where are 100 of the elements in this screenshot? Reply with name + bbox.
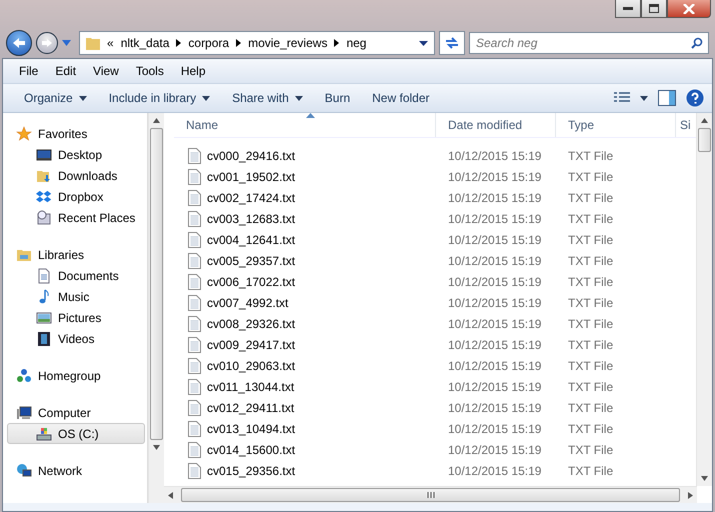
- desktop-icon: [36, 146, 52, 162]
- file-name[interactable]: cv009_29417.txt: [174, 336, 436, 352]
- separator-arrow-icon[interactable]: [236, 39, 242, 47]
- help-icon[interactable]: [686, 89, 704, 107]
- preview-pane-icon[interactable]: [658, 90, 676, 106]
- scroll-up-icon[interactable]: [701, 118, 708, 123]
- menu-item[interactable]: File: [11, 62, 48, 80]
- toolbar-button[interactable]: Share with: [221, 88, 314, 108]
- nav-item[interactable]: Documents: [7, 265, 145, 286]
- file-name[interactable]: cv006_17022.txt: [174, 274, 436, 290]
- nav-item[interactable]: Desktop: [7, 144, 145, 165]
- breadcrumb[interactable]: nltk_data: [120, 36, 170, 50]
- file-name[interactable]: cv002_17424.txt: [174, 190, 436, 206]
- view-options-icon[interactable]: [614, 92, 630, 104]
- nav-item[interactable]: OS (C:): [7, 423, 145, 444]
- nav-item[interactable]: Downloads: [7, 165, 145, 186]
- nav-item[interactable]: Favorites: [7, 123, 145, 144]
- file-name[interactable]: cv004_12641.txt: [174, 232, 436, 248]
- menu-item[interactable]: View: [85, 62, 128, 80]
- date-modified: 10/12/2015 15:19: [447, 254, 542, 268]
- recent-pages-caret-icon[interactable]: [62, 40, 71, 46]
- file-type: TXT File: [567, 338, 614, 352]
- forward-button[interactable]: [36, 32, 58, 54]
- caret-icon[interactable]: [419, 40, 428, 46]
- file-name[interactable]: cv000_29416.txt: [174, 148, 436, 164]
- maximize-button[interactable]: [641, 0, 667, 18]
- nav-item[interactable]: Music: [7, 286, 145, 307]
- nav-item[interactable]: Videos: [7, 328, 145, 349]
- toolbar-button[interactable]: New folder: [361, 88, 440, 108]
- nav-item[interactable]: Libraries: [7, 244, 145, 265]
- file-type: TXT File: [567, 254, 614, 268]
- file-name[interactable]: cv015_29356.txt: [174, 462, 436, 478]
- folder-icon: [86, 36, 100, 50]
- sort-arrow-icon: [306, 113, 315, 118]
- search-field[interactable]: Search neg: [469, 32, 709, 54]
- text-file-icon: [188, 462, 201, 478]
- toolbar-button[interactable]: Organize: [13, 88, 98, 108]
- nav-item[interactable]: Computer: [7, 402, 145, 423]
- toolbar-button[interactable]: Include in library: [98, 88, 222, 108]
- nav-item[interactable]: Pictures: [7, 307, 145, 328]
- close-button[interactable]: [667, 0, 711, 18]
- file-name[interactable]: cv013_10494.txt: [174, 420, 436, 436]
- breadcrumb[interactable]: movie_reviews: [248, 36, 328, 50]
- refresh-icon: [444, 36, 460, 50]
- file-type: TXT File: [567, 148, 614, 162]
- computer-icon: [16, 404, 32, 420]
- date-modified: 10/12/2015 15:19: [447, 274, 542, 288]
- file-name[interactable]: cv008_29326.txt: [174, 316, 436, 332]
- film-icon: [36, 330, 52, 346]
- column-header[interactable]: Type: [556, 113, 676, 137]
- text-file-icon: [188, 442, 201, 458]
- file-name[interactable]: cv005_29357.txt: [174, 252, 436, 268]
- file-type: TXT File: [567, 274, 614, 288]
- separator-arrow-icon[interactable]: [176, 39, 182, 47]
- drive-icon: [36, 426, 52, 442]
- document-icon: [36, 268, 52, 284]
- minimize-button[interactable]: [615, 0, 641, 18]
- forward-arrow-icon: [41, 38, 53, 48]
- toolbar-button[interactable]: Burn: [314, 88, 362, 108]
- scrollbar-thumb[interactable]: [181, 488, 680, 502]
- back-button[interactable]: [6, 30, 32, 56]
- column-header[interactable]: Date modified: [436, 113, 556, 137]
- file-name[interactable]: cv014_15600.txt: [174, 442, 436, 458]
- back-arrow-icon: [12, 37, 26, 49]
- menu-item[interactable]: Tools: [128, 62, 173, 80]
- scrollbar-thumb[interactable]: [150, 128, 163, 440]
- menu-item[interactable]: Edit: [47, 62, 86, 80]
- text-file-icon: [188, 168, 201, 184]
- nav-item[interactable]: Network: [7, 460, 145, 481]
- address-bar[interactable]: « nltk_data corpora movie_reviews neg: [79, 31, 435, 55]
- file-name[interactable]: cv001_19502.txt: [174, 168, 436, 184]
- breadcrumb[interactable]: neg: [346, 36, 366, 50]
- file-name[interactable]: cv007_4992.txt: [174, 294, 436, 310]
- scroll-down-icon[interactable]: [701, 476, 708, 481]
- file-name[interactable]: cv011_13044.txt: [174, 378, 436, 394]
- file-name[interactable]: cv010_29063.txt: [174, 358, 436, 374]
- overflow-chevron[interactable]: «: [107, 36, 114, 50]
- minimize-icon: [623, 6, 633, 10]
- scroll-right-icon[interactable]: [688, 492, 693, 498]
- scroll-down-icon[interactable]: [153, 445, 160, 450]
- picture-icon: [36, 310, 52, 326]
- refresh-button[interactable]: [439, 31, 465, 55]
- date-modified: 10/12/2015 15:19: [447, 296, 542, 310]
- breadcrumb[interactable]: corpora: [188, 36, 230, 50]
- text-file-icon: [188, 210, 201, 226]
- file-name[interactable]: cv003_12683.txt: [174, 210, 436, 226]
- scroll-up-icon[interactable]: [153, 118, 160, 123]
- nav-item[interactable]: Homegroup: [7, 365, 145, 386]
- homegroup-icon: [16, 368, 32, 384]
- separator-arrow-icon[interactable]: [334, 39, 340, 47]
- nav-item[interactable]: Dropbox: [7, 186, 145, 207]
- file-name[interactable]: cv012_29411.txt: [174, 400, 436, 416]
- grip-icon: [426, 492, 434, 498]
- column-header[interactable]: Si: [676, 113, 696, 137]
- nav-item[interactable]: Recent Places: [7, 207, 145, 228]
- menu-item[interactable]: Help: [172, 62, 215, 80]
- scrollbar-thumb[interactable]: [698, 128, 711, 152]
- column-header[interactable]: Name: [174, 113, 436, 137]
- search-icon: [691, 37, 703, 49]
- scroll-left-icon[interactable]: [168, 492, 173, 498]
